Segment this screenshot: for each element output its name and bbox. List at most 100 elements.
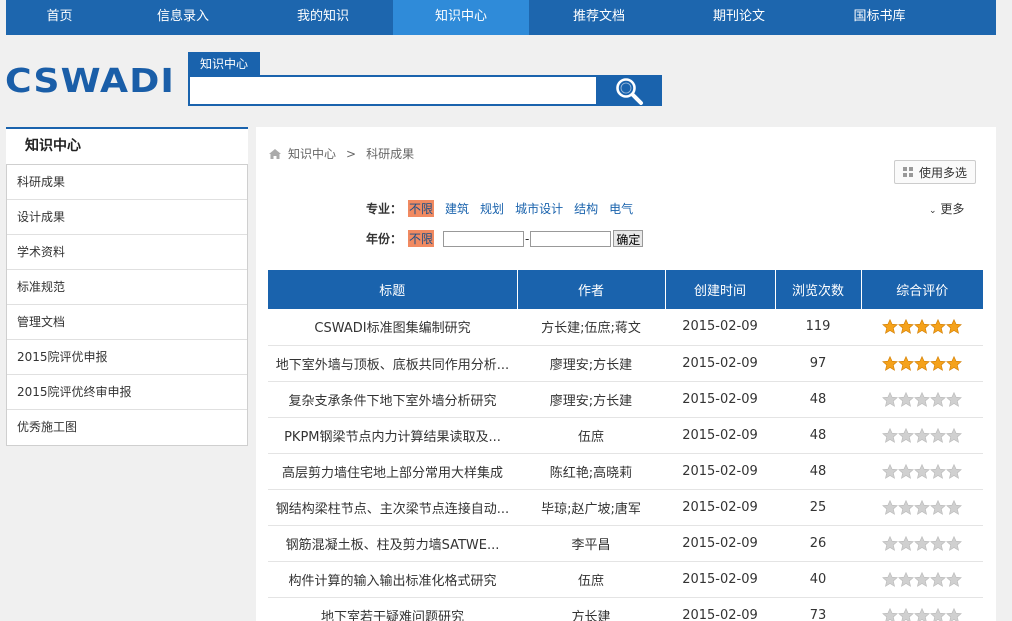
table-header-row: 标题 作者 创建时间 浏览次数 综合评价 (268, 270, 983, 309)
column-header-1[interactable]: 作者 (517, 270, 666, 309)
rating-stars (882, 319, 962, 335)
cell-title[interactable]: PKPM钢梁节点内力计算结果读取及... (268, 417, 517, 454)
search-scope-tab[interactable]: 知识中心 (188, 52, 261, 76)
cell-views: 40 (775, 561, 861, 598)
year-from-input[interactable] (443, 230, 525, 247)
cell-title[interactable]: 地下室若干疑难问题研究 (268, 597, 517, 621)
cell-views: 119 (775, 309, 861, 346)
sidebar-item-7[interactable]: 优秀施工图 (7, 410, 247, 445)
star-filled-icon (930, 319, 946, 335)
nav-item-2[interactable]: 我的知识 (253, 0, 393, 35)
star-empty-icon (930, 571, 946, 587)
star-empty-icon (914, 499, 930, 515)
cell-author: 方长建;伍庶;蒋文 (517, 309, 665, 346)
major-option-4[interactable]: 结构 (574, 200, 598, 217)
sidebar-item-1[interactable]: 设计成果 (7, 200, 247, 235)
rating-stars (882, 355, 962, 371)
table-row[interactable]: 钢结构梁柱节点、主次梁节点连接自动... 毕琼;赵广坡;唐军 2015-02-09 2… (268, 489, 983, 526)
star-empty-icon (946, 427, 962, 443)
nav-item-6[interactable]: 国标书库 (809, 0, 950, 35)
cell-author: 毕琼;赵广坡;唐军 (517, 489, 665, 526)
more-link[interactable]: ⌄ 更多 (929, 200, 964, 217)
cell-title[interactable]: 高层剪力墙住宅地上部分常用大样集成 (268, 453, 517, 490)
major-option-5[interactable]: 电气 (609, 200, 633, 217)
star-empty-icon (882, 463, 898, 479)
nav-item-1[interactable]: 信息录入 (113, 0, 253, 35)
results-table: 标题 作者 创建时间 浏览次数 综合评价 CSWADI标准图集编制研究 方长建;伍庶;蒋文… (268, 270, 983, 621)
year-filter-any[interactable]: 不限 (408, 230, 435, 247)
table-row[interactable]: 构件计算的输入输出标准化格式研究 伍庶 2015-02-09 40 (268, 561, 983, 598)
nav-item-5[interactable]: 期刊论文 (669, 0, 809, 35)
sidebar-item-5[interactable]: 2015院评优申报 (7, 340, 247, 375)
sidebar-item-0[interactable]: 科研成果 (7, 165, 247, 200)
table-row[interactable]: 地下室外墙与顶板、底板共同作用分析... 廖理安;方长建 2015-02-09 97 (268, 345, 983, 382)
star-empty-icon (898, 427, 914, 443)
cell-date: 2015-02-09 (665, 381, 775, 418)
major-option-0[interactable]: 不限 (408, 200, 435, 217)
sidebar-item-2[interactable]: 学术资料 (7, 235, 247, 270)
major-option-3[interactable]: 城市设计 (515, 200, 563, 217)
cell-rating (861, 561, 983, 598)
cell-views: 73 (775, 597, 861, 621)
star-empty-icon (882, 391, 898, 407)
star-empty-icon (898, 499, 914, 515)
year-filter: 年份： 不限 - 确定 (366, 230, 644, 247)
sidebar-title: 知识中心 (6, 127, 248, 164)
cell-views: 48 (775, 453, 861, 490)
column-header-3[interactable]: 浏览次数 (775, 270, 862, 309)
cell-title[interactable]: 钢筋混凝土板、柱及剪力墙SATWE... (268, 525, 517, 562)
cell-date: 2015-02-09 (665, 453, 775, 490)
table-row[interactable]: 高层剪力墙住宅地上部分常用大样集成 陈红艳;高晓莉 2015-02-09 48 (268, 453, 983, 490)
cell-date: 2015-02-09 (665, 525, 775, 562)
star-filled-icon (882, 355, 898, 371)
cell-rating (861, 417, 983, 454)
sidebar: 知识中心 科研成果 设计成果 学术资料 标准规范 管理文档 2015院评优申报 2015院评… (6, 127, 248, 446)
table-row[interactable]: CSWADI标准图集编制研究 方长建;伍庶;蒋文 2015-02-09 119 (268, 309, 983, 346)
cell-rating (861, 525, 983, 562)
nav-item-0[interactable]: 首页 (6, 0, 113, 35)
breadcrumb-separator: > (346, 146, 357, 161)
cell-rating (861, 381, 983, 418)
cell-title[interactable]: 构件计算的输入输出标准化格式研究 (268, 561, 517, 598)
year-to-input[interactable] (530, 230, 612, 247)
star-filled-icon (946, 319, 962, 335)
table-row[interactable]: 复杂支承条件下地下室外墙分析研究 廖理安;方长建 2015-02-09 48 (268, 381, 983, 418)
cell-author: 廖理安;方长建 (517, 381, 665, 418)
column-header-4[interactable]: 综合评价 (861, 270, 983, 309)
cell-title[interactable]: 复杂支承条件下地下室外墙分析研究 (268, 381, 517, 418)
breadcrumb-home[interactable]: 知识中心 (288, 145, 336, 162)
star-empty-icon (914, 607, 930, 621)
star-empty-icon (930, 607, 946, 621)
sidebar-item-6[interactable]: 2015院评优终审申报 (7, 375, 247, 410)
grid-icon (902, 167, 913, 177)
nav-item-3[interactable]: 知识中心 (393, 0, 529, 35)
major-option-2[interactable]: 规划 (480, 200, 504, 217)
table-row[interactable]: PKPM钢梁节点内力计算结果读取及... 伍庶 2015-02-09 48 (268, 417, 983, 454)
search-bar (188, 75, 662, 106)
multi-select-button[interactable]: 使用多选 (894, 160, 976, 184)
major-option-1[interactable]: 建筑 (445, 200, 469, 217)
star-empty-icon (946, 535, 962, 551)
star-empty-icon (946, 571, 962, 587)
cell-date: 2015-02-09 (665, 597, 775, 621)
cell-title[interactable]: CSWADI标准图集编制研究 (268, 309, 517, 346)
sidebar-item-3[interactable]: 标准规范 (7, 270, 247, 305)
cell-date: 2015-02-09 (665, 417, 775, 454)
year-confirm-button[interactable]: 确定 (613, 230, 644, 247)
star-empty-icon (882, 607, 898, 621)
table-row[interactable]: 钢筋混凝土板、柱及剪力墙SATWE... 李平昌 2015-02-09 26 (268, 525, 983, 562)
column-header-2[interactable]: 创建时间 (665, 270, 776, 309)
search-button[interactable] (596, 75, 662, 106)
nav-item-4[interactable]: 推荐文档 (529, 0, 669, 35)
cell-title[interactable]: 地下室外墙与顶板、底板共同作用分析... (268, 345, 517, 382)
sidebar-item-4[interactable]: 管理文档 (7, 305, 247, 340)
cell-rating (861, 489, 983, 526)
cell-rating (861, 345, 983, 382)
star-empty-icon (882, 571, 898, 587)
star-empty-icon (930, 427, 946, 443)
search-input[interactable] (190, 77, 596, 104)
cell-title[interactable]: 钢结构梁柱节点、主次梁节点连接自动... (268, 489, 517, 526)
sidebar-list: 科研成果 设计成果 学术资料 标准规范 管理文档 2015院评优申报 2015院评优终审申报… (6, 164, 248, 446)
column-header-0[interactable]: 标题 (268, 270, 518, 309)
table-row[interactable]: 地下室若干疑难问题研究 方长建 2015-02-09 73 (268, 597, 983, 621)
